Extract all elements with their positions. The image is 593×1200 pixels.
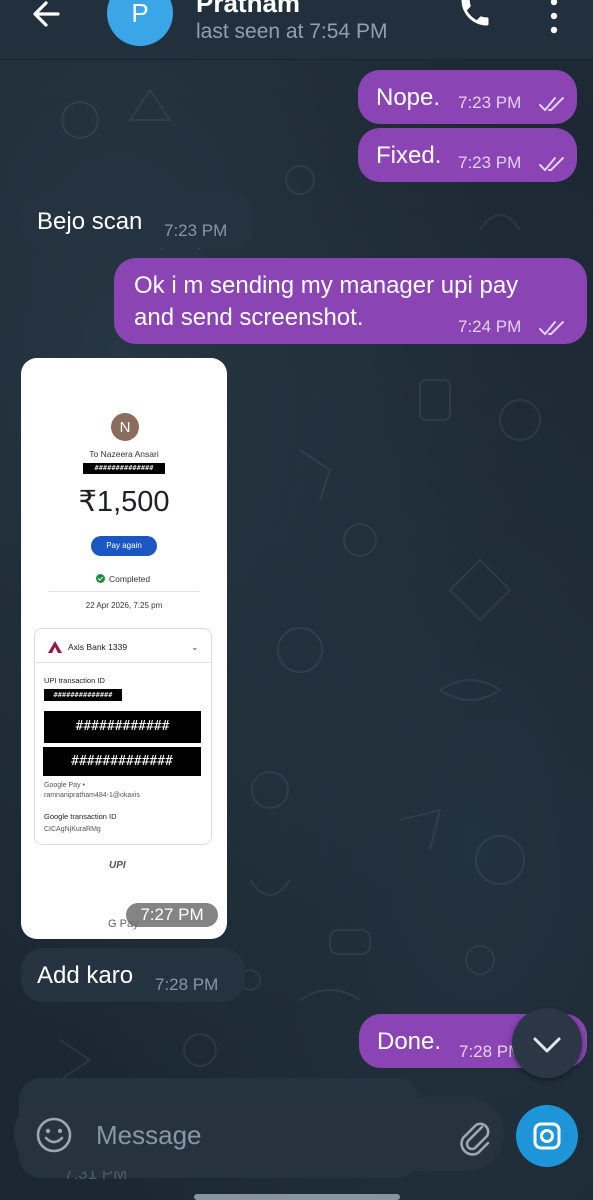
outgoing-message[interactable]: Ok i m sending my manager upi pay and se… xyxy=(114,258,587,344)
divider xyxy=(49,591,199,592)
chat-header: P Pratham last seen at 7:54 PM xyxy=(0,0,593,60)
image-message-payment-screenshot[interactable]: N To Nazeera Ansari ############## ₹1,50… xyxy=(21,358,227,939)
outgoing-message[interactable]: Fixed. 7:23 PM xyxy=(358,128,577,182)
message-text: Nope. xyxy=(376,84,441,111)
gpay-label: Google Pay • xyxy=(44,782,85,789)
home-indicator xyxy=(194,1194,400,1200)
payment-amount: ₹1,500 xyxy=(78,486,170,518)
read-receipt-icon xyxy=(539,157,564,172)
message-time: 7:23 PM xyxy=(164,221,228,240)
chat-screen: P Pratham last seen at 7:54 PM Nope. 7:2… xyxy=(0,0,593,1200)
divider xyxy=(34,662,212,663)
upi-transaction-label: UPI transaction ID xyxy=(44,676,105,685)
message-text-line-2: and send screenshot. xyxy=(134,304,364,331)
message-composer xyxy=(14,1097,504,1171)
read-receipt-icon xyxy=(539,97,564,112)
camera-button[interactable] xyxy=(516,1105,578,1167)
last-seen-status: last seen at 7:54 PM xyxy=(196,20,388,43)
message-time: 7:23 PM xyxy=(458,93,522,112)
incoming-message[interactable]: Bejo scan 7:23 PM xyxy=(21,194,254,248)
payment-date: 22 Apr 2026, 7:25 pm xyxy=(85,601,163,610)
redacted-text: ############# xyxy=(43,747,201,776)
message-time: 7:24 PM xyxy=(458,317,522,336)
upi-logo: UPI xyxy=(109,860,126,871)
message-text: Bejo scan xyxy=(37,208,143,235)
camera-icon xyxy=(533,1122,561,1150)
payee-name: To Nazeera Ansari xyxy=(89,449,159,459)
scroll-to-bottom-button[interactable] xyxy=(512,1008,582,1078)
google-transaction-label: Google transaction ID xyxy=(44,812,117,821)
pay-again-button: Pay again xyxy=(91,536,157,556)
message-time: 7:28 PM xyxy=(155,975,219,994)
message-text: Add karo xyxy=(37,962,134,989)
phone-call-icon[interactable] xyxy=(457,0,493,30)
message-text-line-1: Ok i m sending my manager upi pay xyxy=(134,272,519,299)
redacted-text: ############## xyxy=(44,689,122,701)
redacted-text: ############## xyxy=(83,463,165,474)
bank-name: Axis Bank 1339 xyxy=(68,642,128,652)
chevron-down-icon: ⌄ xyxy=(191,642,199,652)
chevron-down-icon xyxy=(533,1037,561,1053)
outgoing-message[interactable]: Nope. 7:23 PM xyxy=(358,70,577,124)
message-text: Fixed. xyxy=(376,142,442,169)
more-options-icon[interactable] xyxy=(544,0,564,36)
message-input[interactable] xyxy=(96,1115,416,1155)
axis-bank-logo-icon xyxy=(48,641,62,653)
incoming-message[interactable]: Add karo 7:28 PM xyxy=(21,948,245,1002)
check-circle-icon xyxy=(96,574,105,583)
message-text: Done. xyxy=(377,1028,442,1055)
emoji-icon[interactable] xyxy=(34,1115,74,1155)
read-receipt-icon xyxy=(539,321,564,336)
upi-handle: ramnanipratham484-1@okaxis xyxy=(44,792,140,799)
redacted-text: ############ xyxy=(44,711,201,743)
image-message-time: 7:27 PM xyxy=(126,903,218,927)
paperclip-icon[interactable] xyxy=(454,1113,494,1157)
payment-status: Completed xyxy=(109,574,151,584)
back-arrow-icon[interactable] xyxy=(28,0,64,32)
payee-avatar: N xyxy=(111,413,139,441)
contact-name[interactable]: Pratham xyxy=(196,0,300,19)
contact-avatar[interactable]: P xyxy=(107,0,173,46)
message-time: 7:23 PM xyxy=(458,153,522,172)
google-transaction-id: CICAgNjKuraRMg xyxy=(44,826,101,833)
